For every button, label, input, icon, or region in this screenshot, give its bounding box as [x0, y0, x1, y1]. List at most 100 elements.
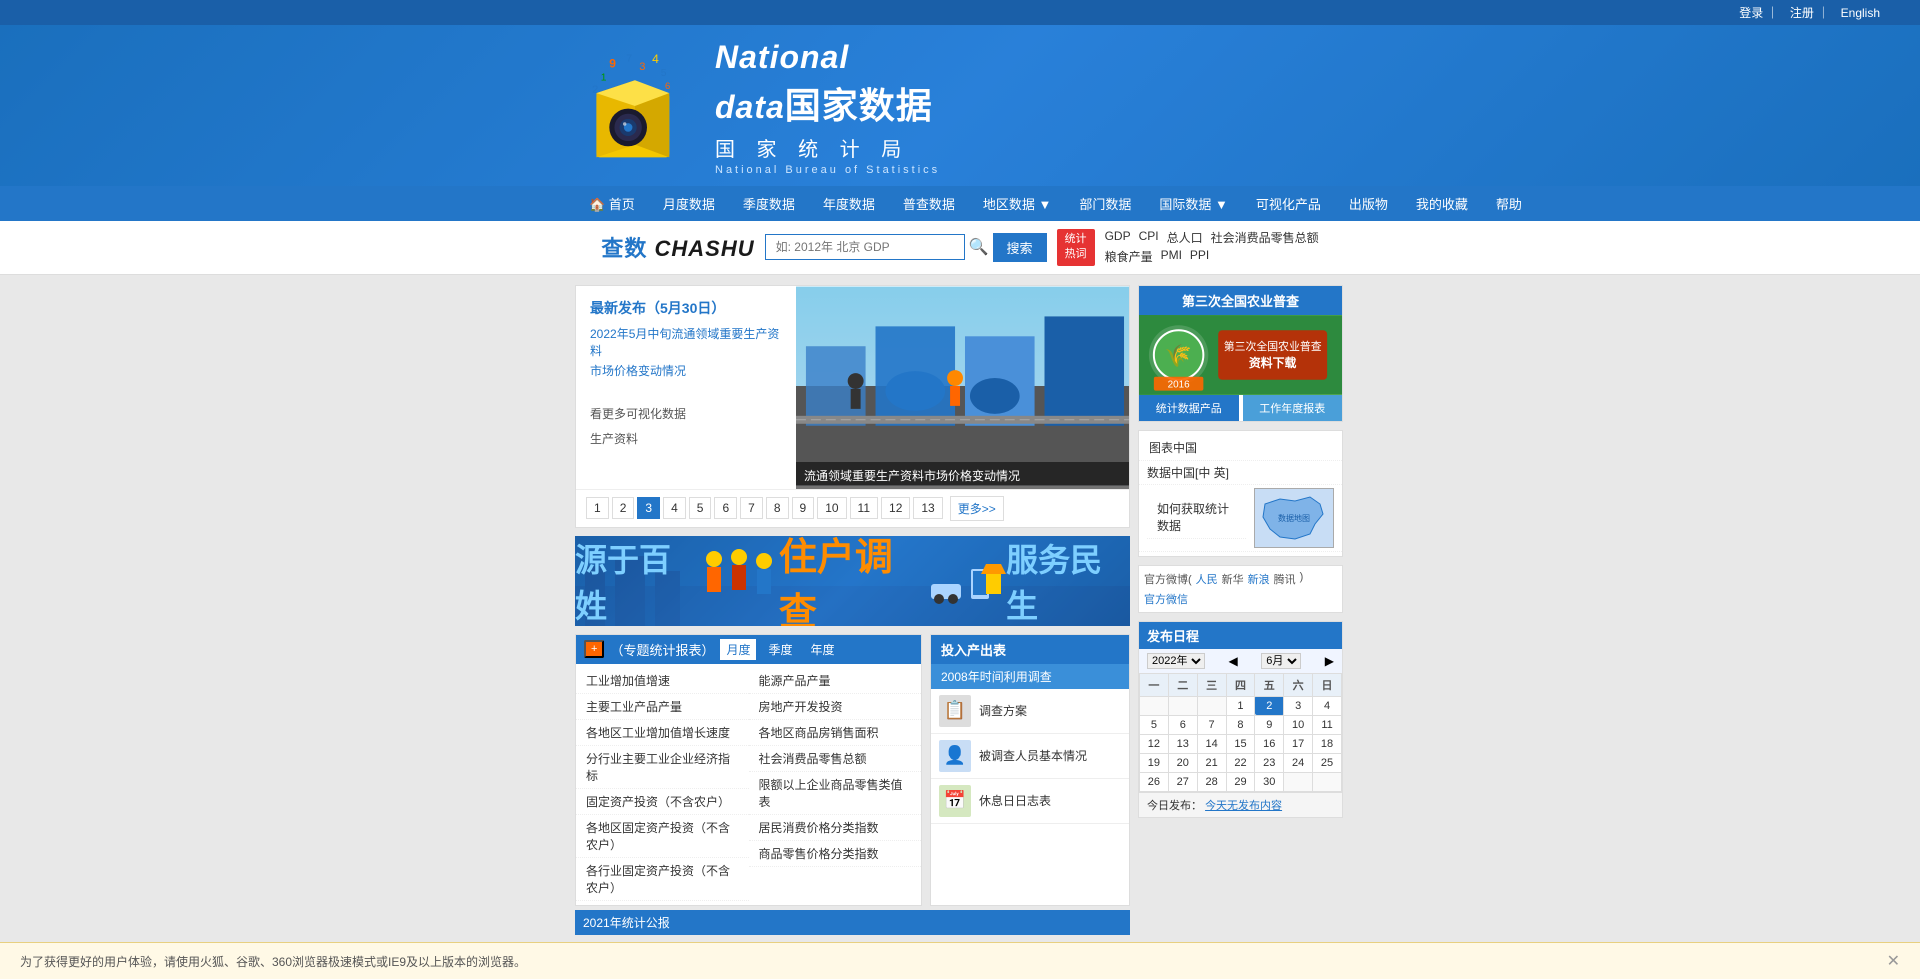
- stats-item-12[interactable]: 限额以上企业商品零售类值表: [749, 772, 922, 815]
- cal-cell-11[interactable]: 11: [1313, 715, 1342, 734]
- news-link-2[interactable]: 市场价格变动情况: [590, 363, 782, 380]
- stats-item-8[interactable]: 能源产品产量: [749, 668, 922, 694]
- register-link[interactable]: 注册: [1790, 6, 1814, 20]
- product-btn-1[interactable]: 统计数据产品: [1139, 395, 1239, 421]
- io-item-1[interactable]: 📋 调查方案: [931, 689, 1129, 734]
- page-9[interactable]: 9: [792, 497, 815, 519]
- nav-pub[interactable]: 出版物: [1335, 186, 1402, 221]
- stats-item-3[interactable]: 各地区工业增加值增长速度: [576, 720, 749, 746]
- social-weixin[interactable]: 官方微信: [1144, 591, 1188, 607]
- cal-cell-18[interactable]: 18: [1313, 734, 1342, 753]
- cal-cell-28[interactable]: 28: [1197, 772, 1226, 791]
- cal-cell-9[interactable]: 9: [1255, 715, 1284, 734]
- page-4[interactable]: 4: [663, 497, 686, 519]
- nav-fav[interactable]: 我的收藏: [1402, 186, 1482, 221]
- search-input[interactable]: [765, 234, 965, 260]
- kw-grain[interactable]: 粮食产量: [1105, 248, 1153, 265]
- cal-cell-24[interactable]: 24: [1284, 753, 1313, 772]
- cal-cell-2[interactable]: 2: [1255, 696, 1284, 715]
- stats-tab-annual[interactable]: 年度: [804, 639, 840, 660]
- nav-help[interactable]: 帮助: [1482, 186, 1536, 221]
- page-10[interactable]: 10: [817, 497, 846, 519]
- cal-arrow-left[interactable]: ◀: [1229, 654, 1238, 668]
- login-link[interactable]: 登录: [1739, 6, 1763, 20]
- stats-plus-btn[interactable]: +: [584, 640, 604, 658]
- stats-item-7[interactable]: 各行业固定资产投资（不含农户）: [576, 858, 749, 901]
- stats-tab-monthly[interactable]: 月度: [720, 639, 756, 660]
- nav-home[interactable]: 🏠 首页: [575, 186, 649, 221]
- sidebar-link-data-zh[interactable]: 数据中国[中 英]: [1147, 464, 1334, 481]
- product-btn-2[interactable]: 工作年度报表: [1243, 395, 1343, 421]
- nav-quarterly[interactable]: 季度数据: [729, 186, 809, 221]
- cal-cell-22[interactable]: 22: [1226, 753, 1255, 772]
- cal-cell-17[interactable]: 17: [1284, 734, 1313, 753]
- cal-cell-10[interactable]: 10: [1284, 715, 1313, 734]
- sidebar-link-how[interactable]: 如何获取统计数据: [1147, 496, 1246, 539]
- social-renmin[interactable]: 人民: [1196, 571, 1218, 587]
- english-link[interactable]: English: [1841, 6, 1880, 20]
- cal-cell-4[interactable]: 4: [1313, 696, 1342, 715]
- year-select[interactable]: 2022年: [1147, 653, 1205, 669]
- stats-item-14[interactable]: 商品零售价格分类指数: [749, 841, 922, 867]
- stats-item-4[interactable]: 分行业主要工业企业经济指标: [576, 746, 749, 789]
- cal-cell-13[interactable]: 13: [1168, 734, 1197, 753]
- stats-item-5[interactable]: 固定资产投资（不含农户）: [576, 789, 749, 815]
- nav-visual[interactable]: 可视化产品: [1242, 186, 1335, 221]
- nav-annual[interactable]: 年度数据: [809, 186, 889, 221]
- cal-cell-16[interactable]: 16: [1255, 734, 1284, 753]
- cal-cell-27[interactable]: 27: [1168, 772, 1197, 791]
- kw-pmi[interactable]: PMI: [1161, 248, 1182, 265]
- cal-cell-29[interactable]: 29: [1226, 772, 1255, 791]
- stats-item-6[interactable]: 各地区固定资产投资（不含农户）: [576, 815, 749, 858]
- stats-item-1[interactable]: 工业增加值增速: [576, 668, 749, 694]
- kw-gdp[interactable]: GDP: [1105, 229, 1131, 246]
- io-item-3[interactable]: 📅 休息日日志表: [931, 779, 1129, 824]
- search-button[interactable]: 搜索: [993, 233, 1047, 262]
- cal-cell-3[interactable]: 3: [1284, 696, 1313, 715]
- sidebar-link-chart[interactable]: 图表中国: [1139, 435, 1342, 461]
- stats-item-13[interactable]: 居民消费价格分类指数: [749, 815, 922, 841]
- cal-cell-26[interactable]: 26: [1140, 772, 1169, 791]
- cal-cell-25[interactable]: 25: [1313, 753, 1342, 772]
- cal-cell-7[interactable]: 7: [1197, 715, 1226, 734]
- stats-item-11[interactable]: 社会消费品零售总额: [749, 746, 922, 772]
- social-xinhua[interactable]: 新浪: [1248, 571, 1270, 587]
- cal-cell-6[interactable]: 6: [1168, 715, 1197, 734]
- news-link-more1[interactable]: 看更多可视化数据: [590, 406, 782, 423]
- cal-cell-1[interactable]: 1: [1226, 696, 1255, 715]
- cal-cell-20[interactable]: 20: [1168, 753, 1197, 772]
- cal-cell-21[interactable]: 21: [1197, 753, 1226, 772]
- stats-item-9[interactable]: 房地产开发投资: [749, 694, 922, 720]
- cal-cell-12[interactable]: 12: [1140, 734, 1169, 753]
- kw-retail[interactable]: 社会消费品零售总额: [1211, 229, 1319, 246]
- cal-cell-5[interactable]: 5: [1140, 715, 1169, 734]
- kw-population[interactable]: 总人口: [1167, 229, 1203, 246]
- cal-cell-23[interactable]: 23: [1255, 753, 1284, 772]
- cal-publish-link[interactable]: 今天无发布内容: [1205, 800, 1282, 812]
- news-link-1[interactable]: 2022年5月中旬流通领域重要生产资料: [590, 326, 782, 360]
- kw-cpi[interactable]: CPI: [1139, 229, 1159, 246]
- cal-cell-14[interactable]: 14: [1197, 734, 1226, 753]
- cal-cell-15[interactable]: 15: [1226, 734, 1255, 753]
- page-13[interactable]: 13: [913, 497, 942, 519]
- month-select[interactable]: 6月: [1261, 653, 1301, 669]
- nav-monthly[interactable]: 月度数据: [649, 186, 729, 221]
- stats-item-2[interactable]: 主要工业产品产量: [576, 694, 749, 720]
- stats-item-10[interactable]: 各地区商品房销售面积: [749, 720, 922, 746]
- cal-arrow-right[interactable]: ▶: [1325, 654, 1334, 668]
- page-8[interactable]: 8: [766, 497, 789, 519]
- io-item-2[interactable]: 👤 被调查人员基本情况: [931, 734, 1129, 779]
- page-1[interactable]: 1: [586, 497, 609, 519]
- nav-census[interactable]: 普查数据: [889, 186, 969, 221]
- cal-cell-19[interactable]: 19: [1140, 753, 1169, 772]
- page-6[interactable]: 6: [714, 497, 737, 519]
- page-3[interactable]: 3: [637, 497, 660, 519]
- nav-regional[interactable]: 地区数据 ▼: [969, 186, 1065, 221]
- page-2[interactable]: 2: [612, 497, 635, 519]
- cal-cell-30[interactable]: 30: [1255, 772, 1284, 791]
- nav-dept[interactable]: 部门数据: [1065, 186, 1145, 221]
- nav-intl[interactable]: 国际数据 ▼: [1145, 186, 1241, 221]
- notice-close-btn[interactable]: ✕: [1887, 951, 1900, 971]
- page-5[interactable]: 5: [689, 497, 712, 519]
- kw-ppi[interactable]: PPI: [1190, 248, 1209, 265]
